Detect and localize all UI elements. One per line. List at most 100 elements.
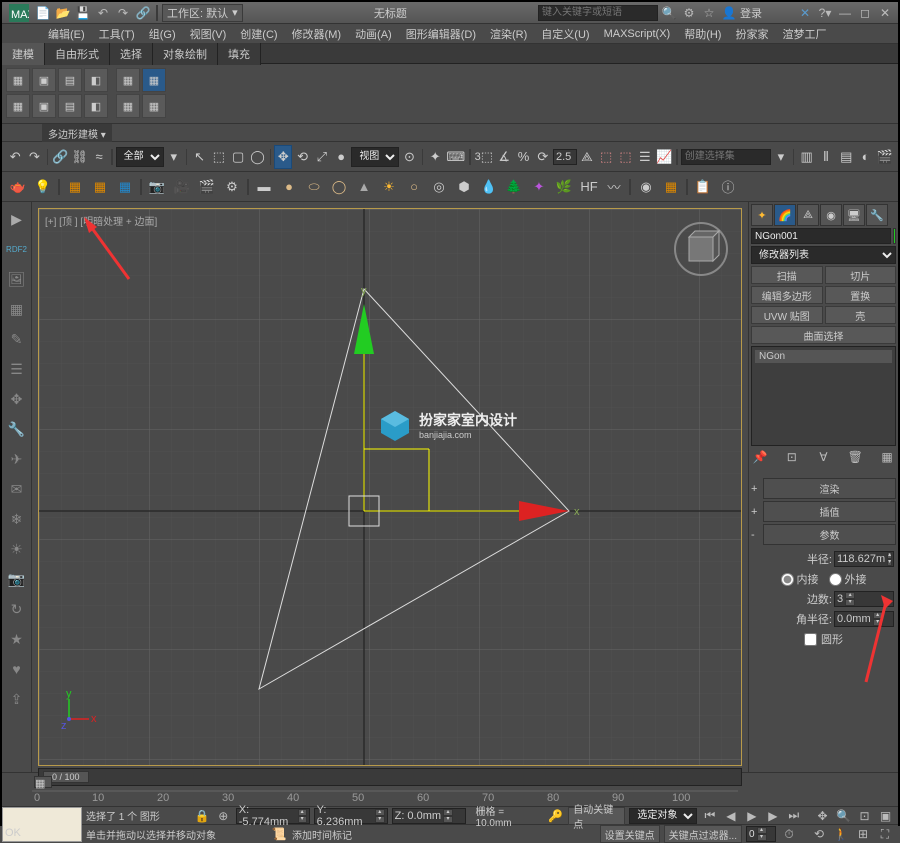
lb-heart[interactable]: ♥ [6,658,28,680]
menu-create[interactable]: 创建(C) [234,24,283,44]
light-icon[interactable]: 💡 [31,175,55,199]
autodesk-icon[interactable]: ✕ [796,4,814,22]
box3-icon[interactable]: ▦ [113,175,137,199]
menu-help[interactable]: 帮助(H) [678,24,727,44]
lb-bright[interactable]: ☀ [6,538,28,560]
render2-icon[interactable]: ▦ [659,175,683,199]
scale-btn[interactable]: ⤢ [313,145,331,169]
cmdtab-display[interactable]: 🖥 [843,204,865,226]
tab-objpaint[interactable]: 对象绘制 [153,43,218,65]
curve-btn[interactable]: 📈 [655,145,673,169]
play-start[interactable]: ⏮ [701,807,718,825]
prim-plane[interactable]: ▬ [252,175,276,199]
coord-icon[interactable]: ⊕ [215,807,232,825]
modifier-stack[interactable]: NGon [751,346,896,446]
nav-zoom[interactable]: 🔍 [835,807,852,825]
prim-wave[interactable]: 〰 [602,175,626,199]
box1-icon[interactable]: ▦ [63,175,87,199]
rollout-params[interactable]: 参数 [763,524,896,545]
close-icon[interactable]: ✕ [876,4,894,22]
redo-icon[interactable]: ↷ [114,4,132,22]
coord-y[interactable]: Y: 6.236mm▴▾ [314,808,388,824]
nav-pan[interactable]: ✥ [814,807,831,825]
lb-star[interactable]: ★ [6,628,28,650]
link-icon[interactable]: 🔗 [134,4,152,22]
menu-anim[interactable]: 动画(A) [349,24,398,44]
rib-btn-7[interactable]: ▦ [6,94,30,118]
polymodel-dropdown[interactable]: 多边形建模 ▾ [42,124,112,142]
pivot-btn[interactable]: ⊙ [400,145,418,169]
prim-tree[interactable]: 🌲 [502,175,526,199]
addtime-label[interactable]: 添加时间标记 [292,827,352,842]
play-next[interactable]: ▶ [764,807,781,825]
rib-btn-6-active[interactable]: ▦ [142,68,166,92]
angle-spinner[interactable]: 2.5 [553,149,577,165]
lb-image[interactable]: 🖼 [6,268,28,290]
selname-btn[interactable]: ⬚ [210,145,228,169]
timeconfig-icon[interactable]: ⏱ [780,825,798,843]
move-btn[interactable]: ✥ [274,145,292,169]
setkey-btn[interactable]: 设置关键点 [600,825,660,843]
lb-camera[interactable]: 📷 [6,568,28,590]
menu-modifier[interactable]: 修改器(M) [286,24,348,44]
inscribed-radio[interactable]: 内接 [781,571,819,587]
placement-btn[interactable]: ● [332,145,350,169]
menu-tools[interactable]: 工具(T) [93,24,141,44]
lock-icon[interactable]: 🔒 [194,807,211,825]
cam3-icon[interactable]: 🎬 [195,175,219,199]
snapang-btn[interactable]: ∡ [495,145,513,169]
teapot-icon[interactable]: 🫖 [6,175,30,199]
menu-grapheditor[interactable]: 图形编辑器(D) [400,24,482,44]
mod-slice[interactable]: 切片 [825,266,897,284]
workspace-dropdown[interactable]: 工作区: 默认 ▾ [162,4,243,22]
menu-rdf[interactable]: 渲梦工厂 [776,24,832,44]
unlink-btn[interactable]: ⛓ [70,145,89,169]
stack-item[interactable]: NGon [755,350,892,363]
rollout-interp[interactable]: 插值 [763,501,896,522]
coord-z[interactable]: Z: 0.0mm▴▾ [392,808,466,824]
prim-grass[interactable]: 🌿 [552,175,576,199]
login-link[interactable]: 登录 [740,5,762,21]
selwin-btn[interactable]: ▾ [165,145,183,169]
snappct-btn[interactable]: % [514,145,532,169]
app-menu-icon[interactable]: MAX [6,4,32,22]
layer-btn[interactable]: ☰ [636,145,654,169]
lb-refresh[interactable]: ↻ [6,598,28,620]
tool2-icon[interactable]: ☆ [700,4,718,22]
prim-cyl[interactable]: ⬭ [302,175,326,199]
stack-config[interactable]: ▦ [878,448,896,466]
lb-move[interactable]: ✥ [6,388,28,410]
tab-freeform[interactable]: 自由形式 [45,43,110,65]
stack-unique[interactable]: ∀ [815,448,833,466]
nav-max[interactable]: ⛶ [876,825,894,843]
render-btn[interactable]: 🎬 [876,145,894,169]
menu-custom[interactable]: 自定义(U) [535,24,595,44]
refcoord-dropdown[interactable]: 视图 [351,147,399,167]
mod-editpoly[interactable]: 编辑多边形 [751,286,823,304]
lb-list[interactable]: ☰ [6,358,28,380]
gear-icon[interactable]: ⚙ [220,175,244,199]
nav-region[interactable]: ▣ [877,807,894,825]
circular-checkbox[interactable]: 圆形 [753,631,894,647]
menu-maxscript[interactable]: MAXScript(X) [598,26,677,42]
help-icon[interactable]: ?▾ [816,4,834,22]
rib-btn-1[interactable]: ▦ [6,68,30,92]
rib-btn-12[interactable]: ▦ [142,94,166,118]
matedit-btn[interactable]: ◐ [856,145,874,169]
lb-arrow[interactable]: ▶ [6,208,28,230]
manip-btn[interactable]: ✦ [426,145,444,169]
box2-icon[interactable]: ▦ [88,175,112,199]
link-btn[interactable]: 🔗 [51,145,69,169]
play-play[interactable]: ▶ [743,807,760,825]
cmdtab-modify[interactable]: 🌈 [774,204,796,226]
radius-spinner[interactable]: 118.627m▴▾ [834,551,894,567]
menu-edit[interactable]: 编辑(E) [42,24,91,44]
frame-spinner[interactable]: 0▴▾ [746,826,776,842]
sides-spinner[interactable]: 3▴▾ [834,591,894,607]
nav-fov[interactable]: ⊡ [856,807,873,825]
select-btn[interactable]: ↖ [190,145,208,169]
search-input[interactable] [538,5,658,21]
cmdtab-create[interactable]: ✦ [751,204,773,226]
undo-icon[interactable]: ↶ [94,4,112,22]
selset-input[interactable] [681,149,771,165]
